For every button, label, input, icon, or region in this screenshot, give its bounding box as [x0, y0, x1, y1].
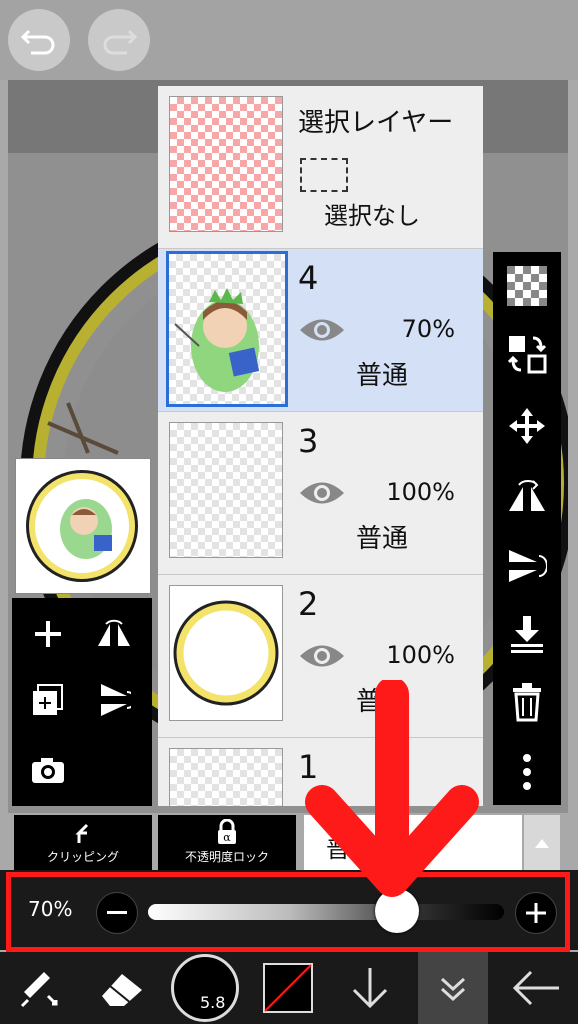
- blend-mode: 普通: [356, 361, 409, 391]
- clipping-icon: [75, 823, 89, 843]
- visibility-toggle[interactable]: [298, 641, 346, 675]
- merge-down-icon: [511, 616, 543, 653]
- flip-horizontal-button[interactable]: [84, 604, 144, 664]
- layer-thumbnail: [169, 585, 283, 721]
- color-button[interactable]: [248, 952, 328, 1024]
- camera-button[interactable]: [18, 740, 78, 800]
- right-tool-panel: [493, 252, 561, 805]
- layer-opacity: 100%: [386, 641, 455, 669]
- color-swatch-icon: [263, 963, 313, 1013]
- flip-horizontal-layer-button[interactable]: [493, 466, 561, 526]
- brush-preview: 5.8: [171, 954, 239, 1022]
- eraser-icon: [102, 974, 142, 1006]
- flip-vertical-layer-button[interactable]: [493, 536, 561, 596]
- arrow-down-icon: [352, 968, 388, 1009]
- delete-layer-button[interactable]: [493, 672, 561, 732]
- arrow-down-annotation: [305, 680, 479, 897]
- layer-number: 3: [298, 422, 319, 460]
- layer-opacity: 70%: [401, 315, 455, 343]
- redo-button[interactable]: [88, 9, 150, 71]
- selection-marquee-icon: [300, 158, 348, 192]
- eye-icon: [300, 482, 344, 504]
- move-down-button[interactable]: [330, 952, 410, 1024]
- layer-row-4[interactable]: 4 70% 普通: [158, 249, 483, 412]
- lock-icon: α: [218, 818, 236, 844]
- brush-size-value: 5.8: [200, 993, 226, 1012]
- layer-thumbnail: [169, 422, 283, 558]
- undo-icon: [21, 29, 55, 55]
- layer-thumbnail: [169, 748, 283, 806]
- eraser-button[interactable]: [82, 952, 162, 1024]
- clipping-button[interactable]: クリッピング: [14, 815, 152, 871]
- selection-layer-row[interactable]: 選択レイヤー 選択なし: [158, 86, 483, 249]
- brush-size-button[interactable]: 5.8: [165, 952, 245, 1024]
- clipping-label: クリッピング: [46, 850, 119, 864]
- copy-layer-icon: [33, 684, 63, 715]
- swap-layer-button[interactable]: [493, 324, 561, 384]
- layer-menu-button[interactable]: [418, 952, 488, 1024]
- visibility-toggle[interactable]: [298, 315, 346, 349]
- add-layer-button[interactable]: [18, 604, 78, 664]
- duplicate-layer-button[interactable]: [18, 670, 78, 730]
- plus-icon: [35, 621, 61, 647]
- back-button[interactable]: [496, 952, 576, 1024]
- eye-icon: [300, 319, 344, 341]
- flip-vertical-icon: [101, 684, 131, 716]
- more-vertical-icon: [523, 754, 531, 790]
- transparency-button[interactable]: [493, 256, 561, 316]
- move-icon: [509, 408, 545, 444]
- visibility-toggle[interactable]: [298, 478, 346, 512]
- move-button[interactable]: [493, 396, 561, 456]
- checkerboard-icon: [507, 266, 547, 306]
- blend-mode-expand-button[interactable]: [524, 815, 560, 871]
- alpha-lock-label: 不透明度ロック: [184, 850, 269, 864]
- arrow-left-icon: [512, 970, 559, 1006]
- selection-status: 選択なし: [324, 202, 420, 230]
- tool-switch-button[interactable]: [0, 952, 80, 1024]
- alpha-lock-button[interactable]: α 不透明度ロック: [158, 815, 296, 871]
- redo-icon: [103, 29, 137, 55]
- top-bar: [0, 0, 578, 80]
- undo-button[interactable]: [8, 9, 70, 71]
- flip-horizontal-icon: [509, 480, 545, 511]
- double-chevron-down-icon: [440, 977, 466, 1002]
- left-tool-panel: [12, 598, 152, 806]
- selection-layer-thumbnail: [169, 96, 283, 232]
- layer-thumbnail: [166, 251, 288, 407]
- selection-layer-title: 選択レイヤー: [298, 108, 454, 138]
- canvas-preview: [15, 458, 151, 594]
- layer-row-3[interactable]: 3 100% 普通: [158, 412, 483, 575]
- layer-opacity: 100%: [386, 478, 455, 506]
- chevron-up-icon: [535, 839, 549, 848]
- layer-number: 2: [298, 585, 319, 623]
- flip-horizontal-icon: [98, 619, 130, 646]
- layer-number: 4: [298, 259, 319, 297]
- svg-text:α: α: [223, 831, 231, 844]
- trash-icon: [513, 683, 541, 722]
- swap-icon: [507, 336, 547, 374]
- more-options-button[interactable]: [493, 742, 561, 802]
- blend-mode: 普通: [356, 524, 409, 554]
- flip-vertical-button[interactable]: [84, 670, 144, 730]
- flip-vertical-icon: [509, 550, 547, 582]
- camera-icon: [32, 758, 64, 783]
- eye-icon: [300, 645, 344, 667]
- merge-down-button[interactable]: [493, 604, 561, 664]
- brush-switch-icon: [20, 972, 58, 1008]
